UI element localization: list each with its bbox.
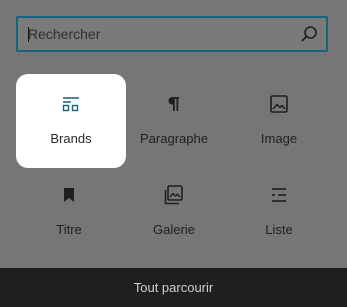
block-grid: Brands Paragraphe Image Titre Galerie Li… [16, 74, 328, 254]
text-caret [28, 27, 29, 42]
paragraph-icon [119, 92, 229, 116]
block-label-liste: Liste [265, 222, 293, 237]
block-label-brands: Brands [50, 131, 92, 146]
block-titre[interactable]: Titre [14, 165, 124, 259]
block-label-galerie: Galerie [153, 222, 195, 237]
browse-all-button[interactable]: Tout parcourir [0, 268, 347, 307]
search-icon[interactable] [299, 24, 319, 44]
bookmark-heading-icon [14, 183, 124, 207]
search-input[interactable] [18, 18, 288, 50]
block-image[interactable]: Image [224, 74, 334, 168]
block-paragraphe[interactable]: Paragraphe [119, 74, 229, 168]
block-galerie[interactable]: Galerie [119, 165, 229, 259]
brands-icon [16, 92, 126, 116]
block-brands[interactable]: Brands [16, 74, 126, 168]
block-label-paragraphe: Paragraphe [140, 131, 208, 146]
block-label-titre: Titre [56, 222, 82, 237]
list-icon [224, 183, 334, 207]
browse-all-label: Tout parcourir [133, 280, 214, 295]
block-liste[interactable]: Liste [224, 165, 334, 259]
search-box[interactable] [16, 16, 328, 52]
block-label-image: Image [260, 131, 298, 146]
gallery-icon [119, 183, 229, 207]
image-icon [224, 92, 334, 116]
